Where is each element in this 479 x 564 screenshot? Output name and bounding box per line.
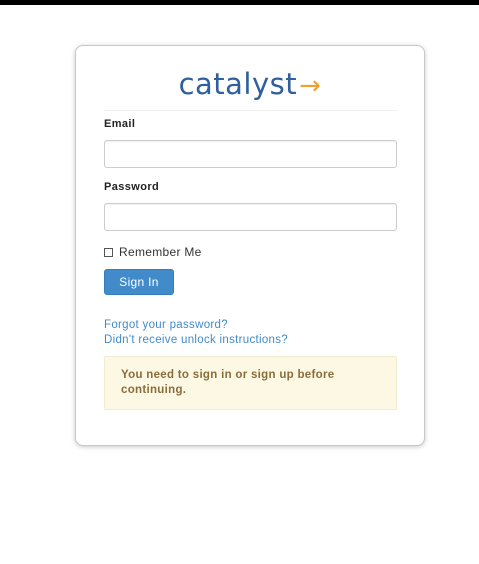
remember-me[interactable]: Remember Me: [104, 245, 202, 259]
logo-divider: [104, 110, 398, 111]
alert-message: You need to sign in or sign up before co…: [104, 356, 397, 410]
login-card: catalyst→ Email Password Remember Me Sig…: [75, 45, 425, 446]
sign-in-button[interactable]: Sign In: [104, 269, 174, 295]
password-field[interactable]: [104, 203, 397, 231]
unlock-instructions-link[interactable]: Didn't receive unlock instructions?: [104, 334, 288, 346]
remember-me-checkbox[interactable]: [104, 247, 113, 257]
brand-name: catalyst: [178, 67, 298, 101]
password-label: Password: [104, 181, 160, 193]
arrow-right-icon: →: [299, 71, 322, 101]
email-label: Email: [104, 118, 136, 130]
top-bar: [0, 0, 479, 5]
remember-me-label: Remember Me: [119, 245, 202, 259]
brand-logo: catalyst→: [76, 66, 424, 104]
email-field[interactable]: [104, 140, 397, 168]
forgot-password-link[interactable]: Forgot your password?: [104, 319, 228, 331]
